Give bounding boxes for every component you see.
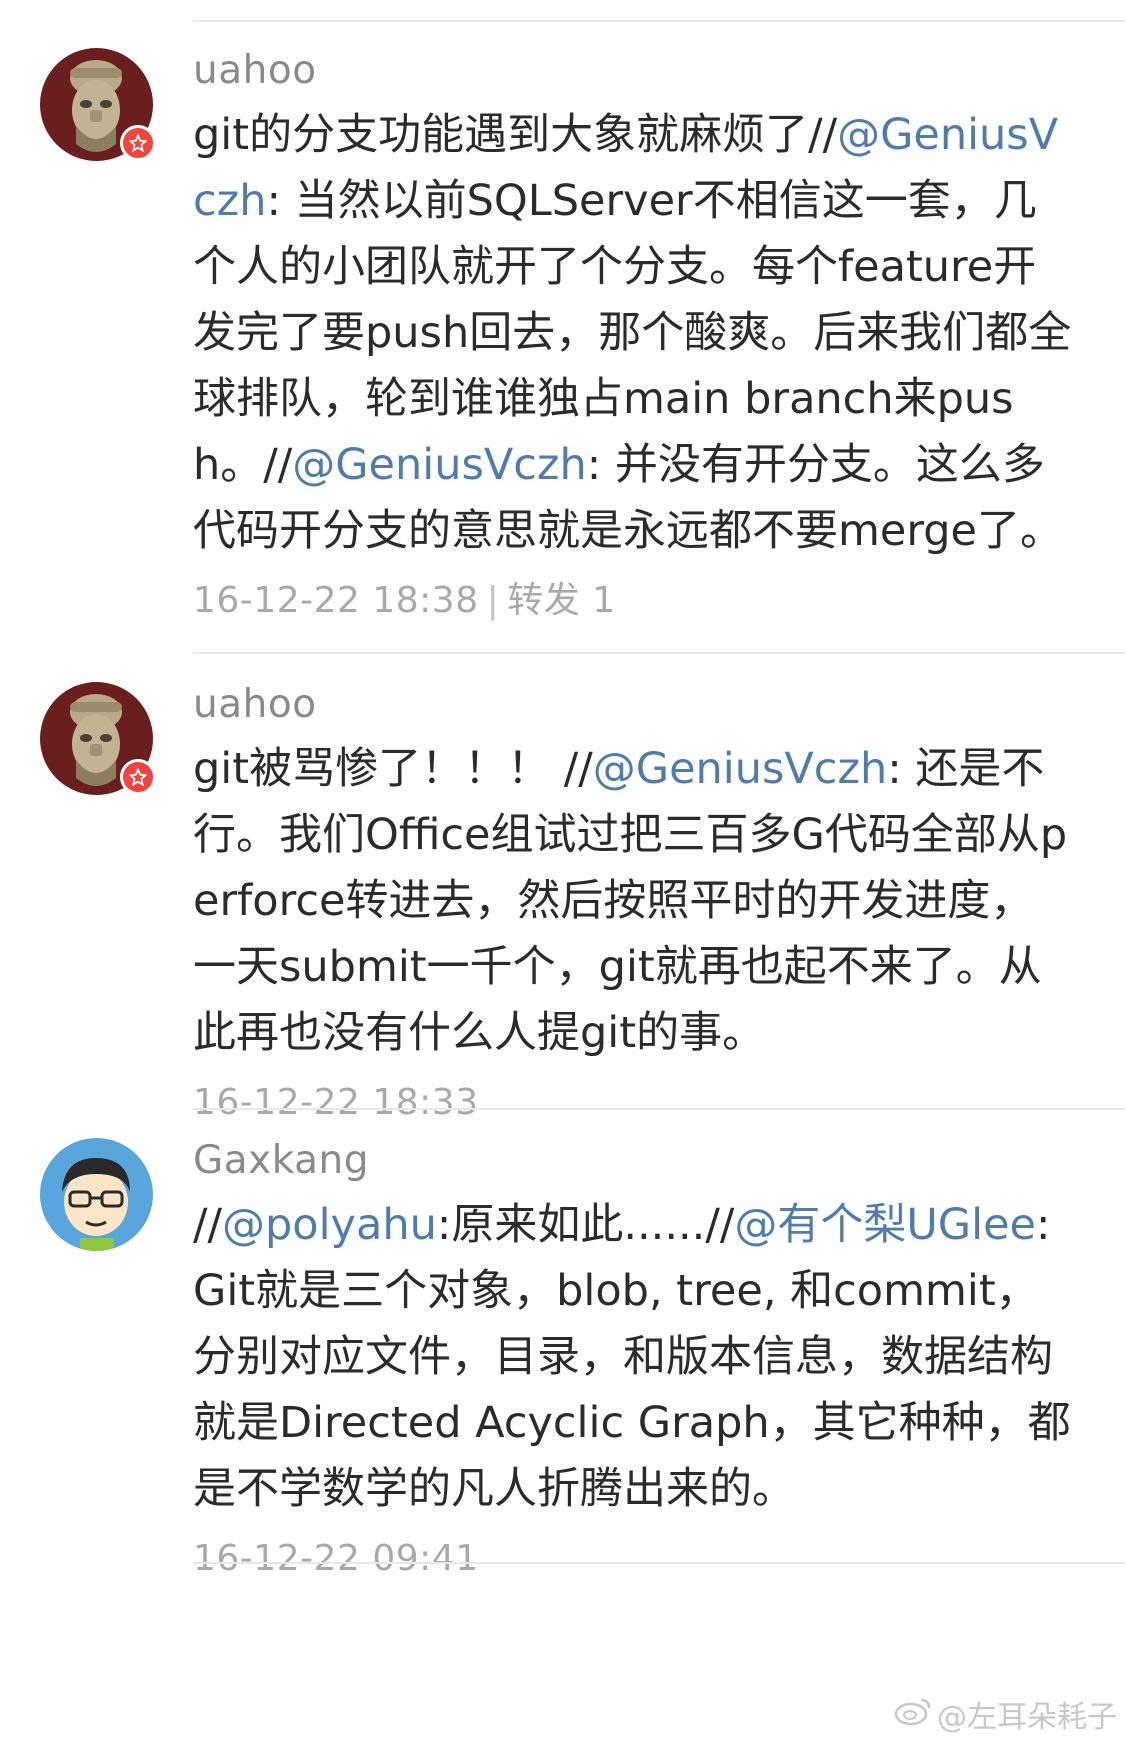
comment-text-segment: :原来如此......// (436, 1200, 735, 1250)
divider (193, 1562, 1125, 1564)
username[interactable]: Gaxkang (193, 1136, 1073, 1186)
repost-count[interactable]: 转发 1 (507, 580, 615, 621)
comment-text: git的分支功能遇到大象就麻烦了//@GeniusVczh: 当然以前SQLSe… (193, 102, 1073, 564)
top-divider (193, 20, 1125, 22)
comment-text-segment: git被骂惨了！！！ // (193, 744, 593, 794)
mention-link[interactable]: @polyahu (222, 1200, 437, 1250)
mention-link[interactable]: @GeniusVczh (593, 744, 888, 794)
watermark: @左耳朵耗子 (893, 1692, 1117, 1736)
comment-text-segment: // (193, 1200, 222, 1250)
comment-text: //@polyahu:原来如此......//@有个梨UGlee: Git就是三… (193, 1192, 1073, 1522)
comment-meta: 16-12-22 18:33 (193, 1078, 1073, 1128)
comment-text-segment: git的分支功能遇到大象就麻烦了// (193, 110, 838, 160)
mention-link[interactable]: @有个梨UGlee (734, 1200, 1036, 1250)
meta-separator: | (486, 580, 500, 621)
username[interactable]: uahoo (193, 46, 1073, 96)
weibo-logo-icon (893, 1694, 933, 1734)
divider (193, 652, 1125, 654)
timestamp: 16-12-22 18:38 (193, 580, 479, 621)
cartoon-avatar-icon (40, 1138, 153, 1251)
watermark-text: @左耳朵耗子 (937, 1700, 1117, 1735)
vip-star-badge-icon (120, 759, 156, 795)
mention-link[interactable]: @GeniusVczh (292, 440, 587, 490)
avatar[interactable] (40, 1138, 153, 1251)
comment-meta: 16-12-22 09:41 (193, 1534, 1073, 1584)
timestamp: 16-12-22 09:41 (193, 1538, 479, 1579)
timestamp: 16-12-22 18:33 (193, 1082, 479, 1123)
comment-text: git被骂惨了！！！ //@GeniusVczh: 还是不行。我们Office组… (193, 736, 1073, 1066)
vip-star-badge-icon (120, 125, 156, 161)
avatar[interactable] (40, 48, 156, 161)
avatar[interactable] (40, 682, 156, 795)
username[interactable]: uahoo (193, 680, 1073, 730)
comment-meta: 16-12-22 18:38 | 转发 1 (193, 576, 1073, 626)
divider (193, 1108, 1125, 1110)
